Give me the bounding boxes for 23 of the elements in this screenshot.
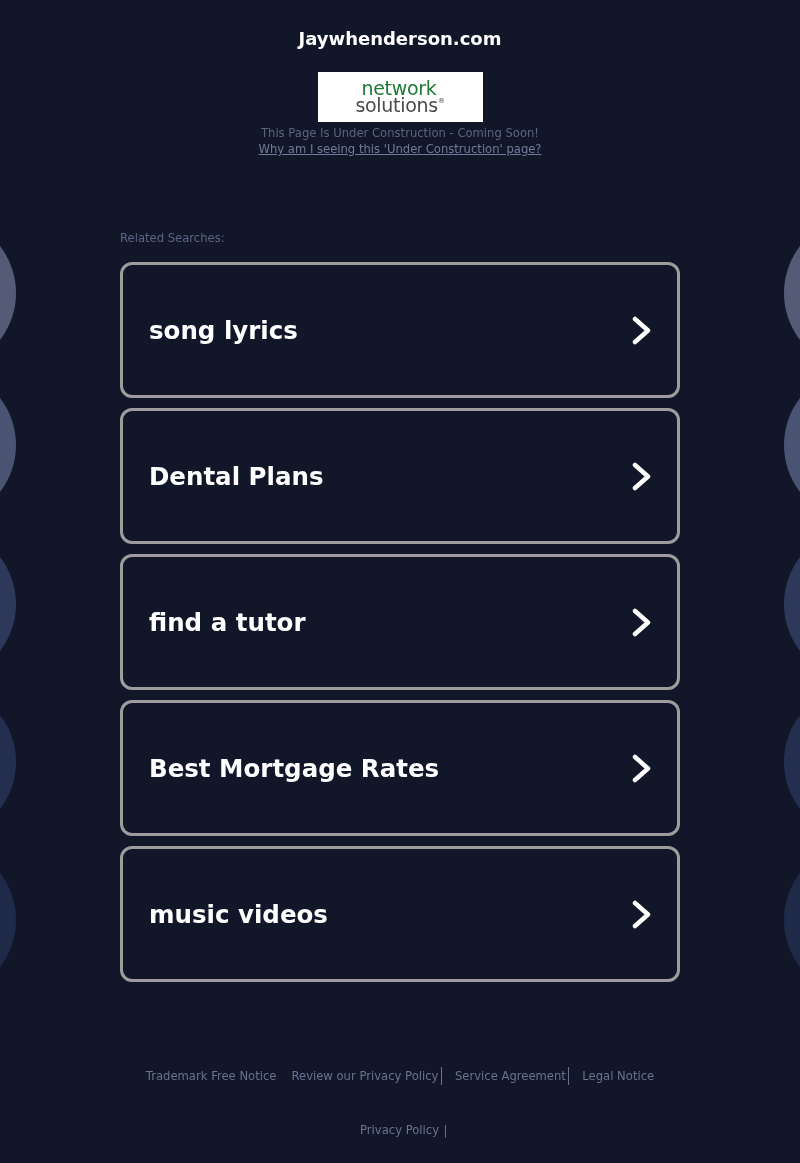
footer-link[interactable]: Review our Privacy Policy bbox=[291, 1068, 439, 1084]
related-search-link[interactable]: find a tutor bbox=[120, 554, 680, 690]
logo-text: solutions$^{®}$ bbox=[355, 97, 445, 114]
footer-link[interactable]: Trademark Free Notice bbox=[145, 1068, 277, 1084]
related-search-link[interactable]: Dental Plans bbox=[120, 408, 680, 544]
footer-link[interactable]: Service Agreement bbox=[440, 1067, 566, 1085]
separator-text: | bbox=[443, 1122, 448, 1138]
chevron-right-icon bbox=[632, 753, 652, 783]
related-search-link[interactable]: music videos bbox=[120, 846, 680, 982]
chevron-right-icon bbox=[632, 899, 652, 929]
explanation-link[interactable]: Why am I seeing this 'Under Construction' page? bbox=[258, 141, 542, 157]
construction-notice: This Page Is Under Construction - Coming Soon! bbox=[260, 125, 540, 141]
chevron-right-icon bbox=[632, 607, 652, 637]
chevron-right-icon bbox=[632, 461, 652, 491]
footer-link[interactable]: Legal Notice bbox=[568, 1067, 655, 1085]
logo-panel[interactable]: network solutions$^{®}$ bbox=[317, 72, 483, 122]
section-heading: Related Searches: bbox=[120, 230, 225, 246]
chevron-right-icon bbox=[632, 315, 652, 345]
related-search-link[interactable]: song lyrics bbox=[120, 262, 680, 398]
site-title: Jaywhenderson.com bbox=[298, 28, 502, 50]
logo-text: network bbox=[361, 80, 437, 97]
related-search-link[interactable]: Best Mortgage Rates bbox=[120, 700, 680, 836]
privacy-policy-link[interactable]: Privacy Policy bbox=[360, 1122, 440, 1138]
